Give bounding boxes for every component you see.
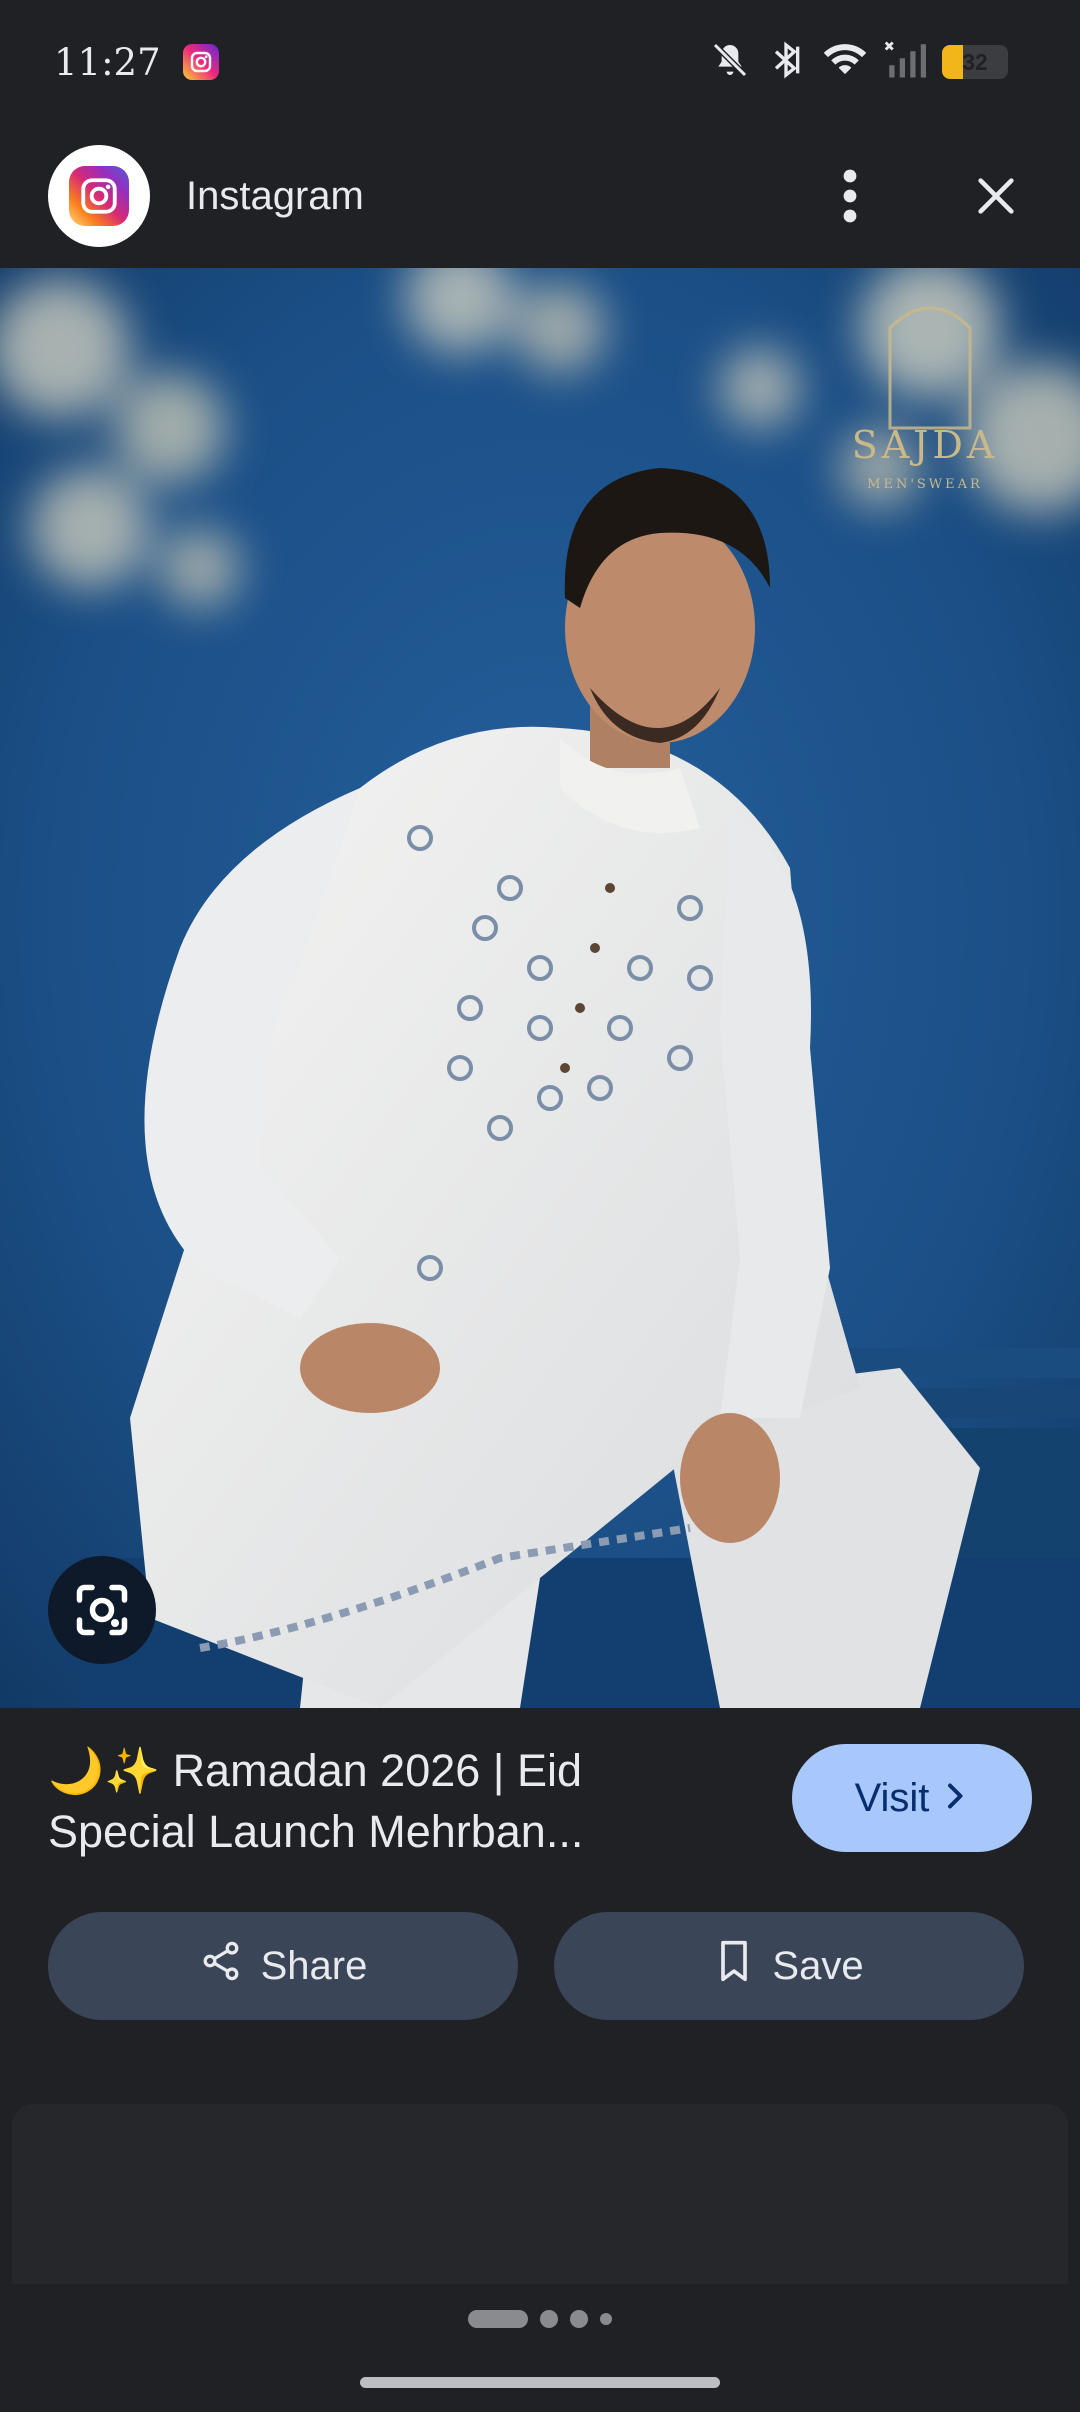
instagram-notification-icon: [182, 44, 219, 80]
visit-button[interactable]: Visit: [792, 1744, 1032, 1852]
share-icon: [199, 1939, 243, 1993]
brand-watermark-sub: MEN'SWEAR: [867, 477, 983, 492]
status-right: 32: [710, 40, 1008, 85]
source-title[interactable]: Instagram: [186, 174, 752, 219]
visit-label: Visit: [854, 1775, 930, 1820]
bluetooth-icon: [766, 40, 806, 85]
signal-icon: [884, 40, 926, 85]
wifi-icon: [822, 40, 868, 85]
page-dot: [468, 2310, 528, 2328]
share-label: Share: [260, 1943, 368, 1988]
battery-icon: 32: [942, 45, 1008, 79]
viewer-header: Instagram: [0, 124, 1080, 268]
page-dot: [600, 2313, 612, 2325]
bookmark-icon: [714, 1939, 754, 1993]
battery-fill: [942, 45, 964, 79]
share-button[interactable]: Share: [48, 1912, 518, 2020]
page-dot: [570, 2310, 588, 2328]
home-indicator[interactable]: [360, 2377, 720, 2388]
page-dot: [540, 2310, 558, 2328]
status-left: 11:27: [54, 41, 219, 84]
image-caption[interactable]: 🌙✨ Ramadan 2026 | Eid Special Launch Meh…: [48, 1740, 768, 1862]
chevron-right-icon: [943, 1776, 969, 1821]
google-lens-icon[interactable]: [48, 1556, 156, 1664]
instagram-logo-icon[interactable]: [48, 145, 150, 247]
battery-level: 32: [962, 48, 988, 75]
preview-image[interactable]: SAJDA MEN'SWEAR: [0, 268, 1080, 1708]
status-bar: 11:27 32: [0, 0, 1080, 124]
mute-icon: [710, 40, 750, 85]
save-label: Save: [772, 1943, 864, 1988]
more-vertical-icon[interactable]: [802, 148, 898, 244]
close-icon[interactable]: [948, 148, 1044, 244]
caption-line-1: 🌙✨ Ramadan 2026 | Eid: [48, 1745, 583, 1796]
save-button[interactable]: Save: [554, 1912, 1024, 2020]
page-indicator: [0, 2310, 1080, 2328]
related-panel: [12, 2104, 1068, 2284]
status-time: 11:27: [54, 40, 161, 84]
brand-watermark: SAJDA: [852, 423, 999, 467]
caption-line-2: Special Launch Mehrban...: [48, 1806, 584, 1857]
